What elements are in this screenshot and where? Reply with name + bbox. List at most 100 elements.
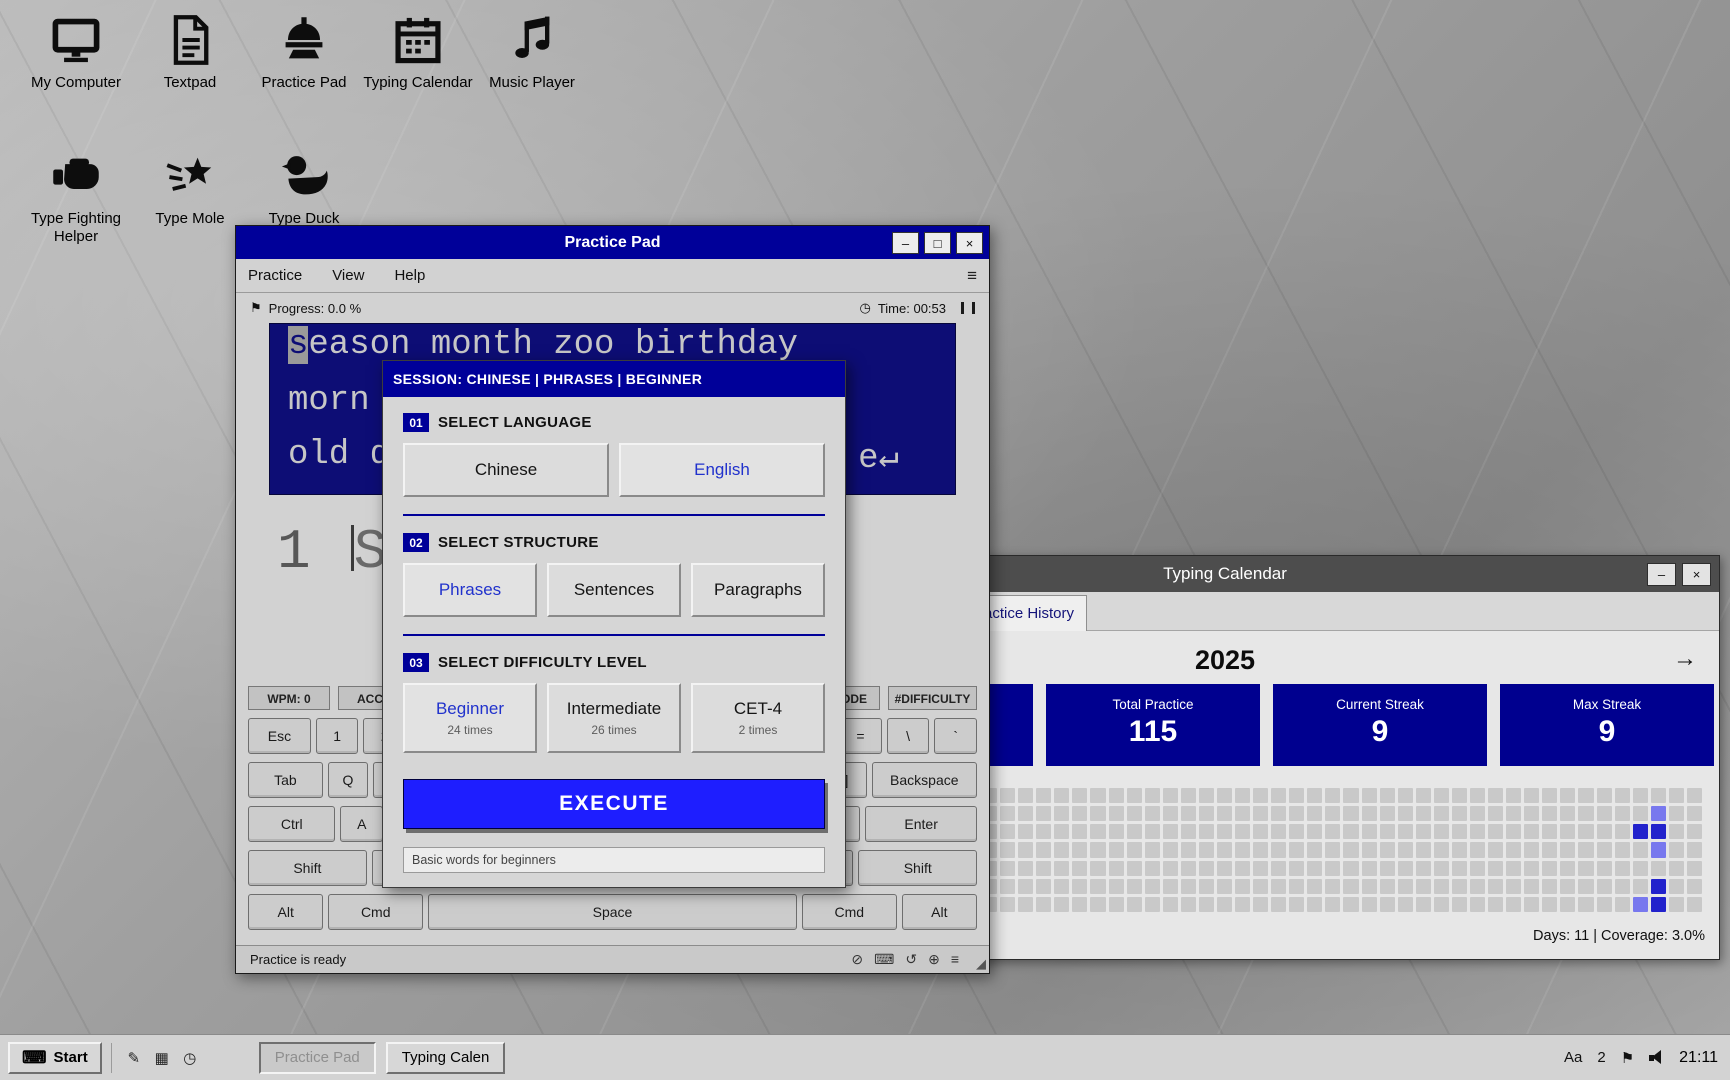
key-tab[interactable]: Tab: [248, 762, 323, 798]
execute-button[interactable]: EXECUTE: [403, 779, 825, 829]
key-cmd[interactable]: Cmd: [328, 894, 423, 930]
notes-icon[interactable]: ✎: [121, 1045, 147, 1071]
close-button[interactable]: ×: [956, 232, 983, 254]
key-a[interactable]: A: [340, 806, 383, 842]
heatmap-cell: [1000, 879, 1015, 894]
heatmap-cell: [1542, 788, 1557, 803]
heatmap-cell: [1687, 842, 1702, 857]
key-ctrl[interactable]: Ctrl: [248, 806, 335, 842]
menu-icon[interactable]: ≡: [967, 266, 977, 286]
volume-icon[interactable]: [1649, 1050, 1664, 1065]
desktop-icon-textpad[interactable]: Textpad: [134, 14, 246, 92]
heatmap-cell: [1398, 842, 1413, 857]
heatmap-cell: [1307, 806, 1322, 821]
difficulty-option-beginner[interactable]: Beginner24 times: [403, 683, 537, 753]
key-1[interactable]: 1: [316, 718, 359, 754]
history-icon[interactable]: ↺: [905, 951, 917, 968]
key-esc[interactable]: Esc: [248, 718, 311, 754]
heatmap-cell: [1235, 788, 1250, 803]
menu-view[interactable]: View: [332, 267, 364, 284]
heatmap-cell: [1560, 861, 1575, 876]
resize-grip[interactable]: ◢: [976, 956, 986, 972]
heatmap-cell: [1651, 897, 1666, 912]
key-space[interactable]: Space: [428, 894, 797, 930]
heatmap-cell: [1343, 861, 1358, 876]
monitor-icon: [50, 14, 102, 66]
heatmap-cell: [1289, 824, 1304, 839]
heatmap-cell: [1145, 824, 1160, 839]
section-title: SELECT STRUCTURE: [438, 534, 599, 551]
heatmap-cell: [1090, 897, 1105, 912]
taskbar-item-typing-calendar[interactable]: Typing Calen: [386, 1042, 506, 1074]
calendar-close-button[interactable]: ×: [1682, 563, 1711, 586]
ime-indicator[interactable]: 2: [1597, 1049, 1605, 1066]
heatmap-cell: [1452, 806, 1467, 821]
heatmap-cell: [1669, 879, 1684, 894]
language-option-chinese[interactable]: Chinese: [403, 443, 609, 497]
desktop-icon-typing-calendar[interactable]: Typing Calendar: [362, 14, 474, 92]
heatmap-cell: [1434, 806, 1449, 821]
key-backspace[interactable]: Backspace: [872, 762, 977, 798]
stat-card-current-streak: Current Streak 9: [1273, 684, 1487, 766]
language-indicator[interactable]: Aa: [1564, 1049, 1582, 1066]
heatmap-cell: [1307, 861, 1322, 876]
heatmap-cell: [1018, 861, 1033, 876]
key-q[interactable]: Q: [328, 762, 368, 798]
heatmap-cell: [1416, 879, 1431, 894]
menu-help[interactable]: Help: [394, 267, 425, 284]
heatmap-cell: [1181, 879, 1196, 894]
key-alt[interactable]: Alt: [248, 894, 323, 930]
calendar-minimize-button[interactable]: –: [1647, 563, 1676, 586]
heatmap-cell: [1633, 842, 1648, 857]
next-year-arrow[interactable]: →: [1673, 645, 1697, 673]
desktop-icon-music-player[interactable]: Music Player: [476, 14, 588, 92]
practice-pad-titlebar[interactable]: Practice Pad – □ ×: [236, 226, 989, 259]
difficulty-option-intermediate[interactable]: Intermediate26 times: [547, 683, 681, 753]
heatmap-cell: [1289, 897, 1304, 912]
shooting-star-icon: [164, 150, 216, 202]
heatmap-cell: [1127, 897, 1142, 912]
key-shift[interactable]: Shift: [248, 850, 367, 886]
heatmap-cell: [1325, 897, 1340, 912]
keyboard-icon[interactable]: ⌨: [874, 951, 894, 968]
desktop-icon-my-computer[interactable]: My Computer: [20, 14, 132, 92]
heatmap-cell: [1651, 842, 1666, 857]
globe-icon[interactable]: ⊕: [928, 951, 940, 968]
key-backslash[interactable]: \: [887, 718, 930, 754]
key-backtick[interactable]: `: [934, 718, 977, 754]
structure-option-sentences[interactable]: Sentences: [547, 563, 681, 617]
typing-line-3: old d: [288, 436, 390, 474]
structure-option-phrases[interactable]: Phrases: [403, 563, 537, 617]
clock-icon[interactable]: ◷: [177, 1045, 203, 1071]
heatmap-cell: [1289, 806, 1304, 821]
heatmap-cell: [1127, 842, 1142, 857]
heatmap-cell: [1470, 879, 1485, 894]
difficulty-option-cet-4[interactable]: CET-42 times: [691, 683, 825, 753]
language-option-english[interactable]: English: [619, 443, 825, 497]
flag-icon[interactable]: ⚑: [1621, 1049, 1634, 1067]
dialog-header[interactable]: SESSION: CHINESE | PHRASES | BEGINNER: [383, 361, 845, 397]
time-label: Time: 00:53: [878, 301, 946, 316]
key-enter[interactable]: Enter: [865, 806, 977, 842]
key-shift[interactable]: Shift: [858, 850, 977, 886]
desktop-icon-type-duck[interactable]: Type Duck: [248, 150, 360, 228]
taskbar-item-practice-pad[interactable]: Practice Pad: [259, 1042, 376, 1074]
start-button[interactable]: ⌨ Start: [8, 1042, 102, 1074]
key-alt[interactable]: Alt: [902, 894, 977, 930]
minimize-button[interactable]: –: [892, 232, 919, 254]
pause-icon[interactable]: [961, 302, 975, 314]
taskbar: ⌨ Start ✎ ▦ ◷ Practice Pad Typing Calen …: [0, 1035, 1730, 1080]
menu-icon[interactable]: ≡: [951, 951, 959, 968]
block-icon[interactable]: ⊘: [851, 951, 863, 968]
heatmap-cell: [1127, 879, 1142, 894]
menu-practice[interactable]: Practice: [248, 267, 302, 284]
desktop-icon-type-mole[interactable]: Type Mole: [134, 150, 246, 228]
maximize-button[interactable]: □: [924, 232, 951, 254]
calculator-icon[interactable]: ▦: [149, 1045, 175, 1071]
heatmap-cell: [1217, 842, 1232, 857]
desktop-icon-practice-pad[interactable]: Practice Pad: [248, 14, 360, 92]
key-cmd[interactable]: Cmd: [802, 894, 897, 930]
structure-option-paragraphs[interactable]: Paragraphs: [691, 563, 825, 617]
heatmap-cell: [1416, 806, 1431, 821]
desktop-icon-type-fighting-helper[interactable]: Type Fighting Helper: [20, 150, 132, 247]
